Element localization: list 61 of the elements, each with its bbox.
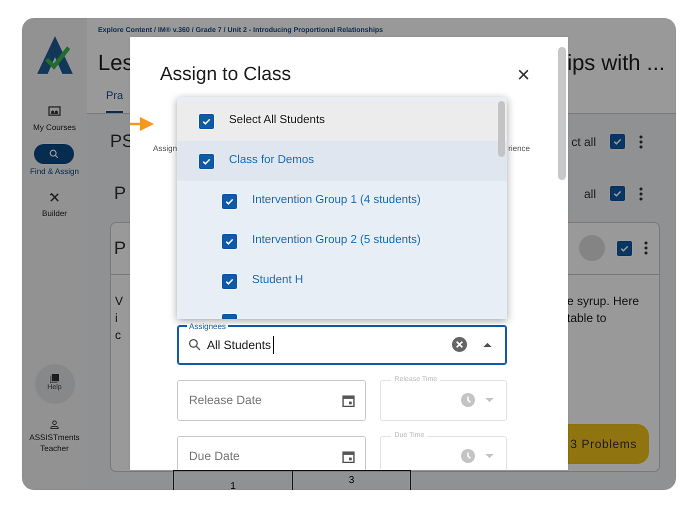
nav-label[interactable]: Find & Assign [30,166,79,178]
checkbox[interactable] [222,234,237,248]
search-icon [49,149,60,159]
tools-icon [49,192,60,202]
tab[interactable]: Pra [106,88,124,112]
date-field[interactable]: Release Date [177,380,366,420]
board-icon [48,106,61,116]
sub-heading: P [114,182,126,205]
checkbox[interactable] [610,186,625,201]
checkbox[interactable] [222,194,237,208]
page-title: ips with ... [567,49,665,77]
check-icon [612,136,623,147]
field-label: Assign [153,142,178,154]
close-button[interactable]: × [517,64,530,86]
card-text: table to [567,310,608,326]
user-name: ASSISTments Teacher [28,432,81,454]
nav-icon-holder[interactable] [34,144,74,164]
card-heading: P [114,236,126,260]
caret-down-icon [485,454,494,458]
checkbox[interactable] [617,240,632,256]
more-options-icon[interactable] [639,134,643,148]
checkbox[interactable] [610,134,625,149]
dropdown-item[interactable]: Select All Students [177,101,507,141]
clock-icon [461,393,475,407]
clock-icon [461,449,475,463]
card-text: i [115,310,119,326]
table-cell-text: 3 [348,474,356,488]
checkbox[interactable] [199,154,214,168]
clear-icon[interactable] [452,337,467,352]
select-all-label: all [584,186,596,202]
card-text: c [115,326,122,344]
field-label: Assignees [187,322,228,330]
field-label: rience [508,142,530,154]
more-options-icon[interactable] [639,186,643,200]
check-icon [612,188,623,199]
assignees-field[interactable]: Assignees All Students [177,324,507,364]
list-scrollbar [498,101,505,157]
date-placeholder: Release Date [189,392,262,409]
calendar-icon [342,450,356,462]
user-icon [50,420,59,429]
caret-down-icon [485,398,494,402]
calendar-icon [342,394,356,406]
nav-label[interactable]: My Courses [33,122,76,134]
select-all-label: ct all [571,134,596,150]
checkbox[interactable] [199,114,214,128]
help-icon [50,374,59,384]
table-cell: 1 [174,471,293,490]
dropdown-item[interactable]: Class for Demos [177,141,507,181]
checkbox[interactable] [222,274,237,288]
dropdown-item[interactable]: Student H [177,261,507,301]
dropdown-item[interactable]: Intervention Group 2 (5 students) [177,221,507,261]
caret-up-icon[interactable] [483,342,492,347]
more-options-icon[interactable] [644,241,648,255]
dropdown-item[interactable]: Intervention Group 1 (4 students) [177,181,507,221]
nav-label[interactable]: Builder [42,208,67,220]
modal-title: Assign to Class [160,63,291,87]
assignees-value: All Students [207,336,274,354]
date-field[interactable]: Due Date [177,436,366,470]
card-text: V [115,292,124,310]
search-icon [188,338,201,351]
date-placeholder: Due Date [189,448,240,465]
